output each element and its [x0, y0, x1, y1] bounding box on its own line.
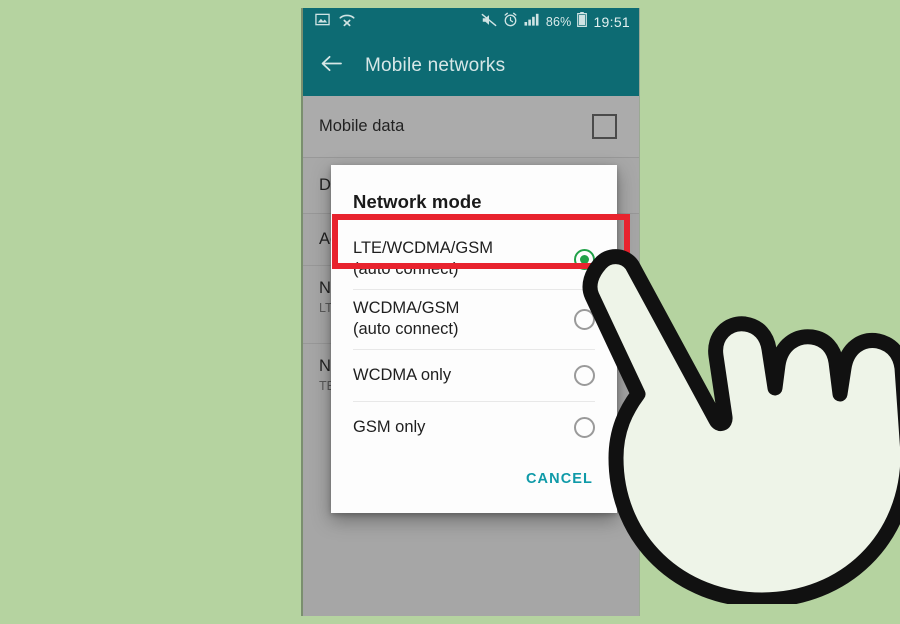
clock-label: 19:51: [593, 14, 630, 30]
radio-button-wcdma-gsm[interactable]: [574, 308, 595, 330]
option-label: WCDMA only: [353, 365, 452, 384]
option-label: LTE/WCDMA/GSM (auto connect): [353, 239, 493, 279]
status-bar-right-icons: 86% 19:51: [481, 12, 630, 32]
dialog-title: Network mode: [353, 191, 482, 212]
option-label: GSM only: [353, 417, 426, 436]
radio-option-lte-wcdma-gsm[interactable]: LTE/WCDMA/GSM (auto connect): [331, 229, 617, 289]
cancel-button[interactable]: CANCEL: [524, 467, 595, 491]
phone-screen: 86% 19:51 Mobile networks Mobile data Ne…: [301, 8, 640, 616]
missed-call-icon: [339, 13, 355, 32]
option-label: WCDMA/GSM (auto connect): [353, 299, 460, 339]
status-bar: 86% 19:51: [303, 8, 639, 36]
status-bar-left-icons: [315, 12, 355, 32]
radio-button-lte-wcdma-gsm[interactable]: [574, 248, 595, 270]
signal-bars-icon: [524, 13, 540, 31]
radio-option-wcdma-gsm[interactable]: WCDMA/GSM (auto connect): [331, 289, 617, 349]
alarm-clock-icon: [503, 12, 518, 32]
radio-option-wcdma-only[interactable]: WCDMA only: [331, 349, 617, 401]
radio-button-wcdma-only[interactable]: [574, 364, 595, 386]
network-mode-dialog: Network mode LTE/WCDMA/GSM (auto connect…: [331, 165, 617, 514]
app-bar: Mobile networks: [303, 36, 639, 96]
page-title: Mobile networks: [365, 55, 506, 76]
battery-percent-label: 86%: [545, 15, 572, 29]
dialog-actions: CANCEL: [331, 453, 617, 513]
image-icon: [315, 12, 330, 32]
sound-mute-icon: [481, 13, 497, 32]
radio-option-gsm-only[interactable]: GSM only: [331, 401, 617, 453]
radio-button-gsm-only[interactable]: [574, 416, 595, 438]
battery-icon: [577, 12, 588, 32]
back-arrow-icon[interactable]: [320, 54, 343, 78]
